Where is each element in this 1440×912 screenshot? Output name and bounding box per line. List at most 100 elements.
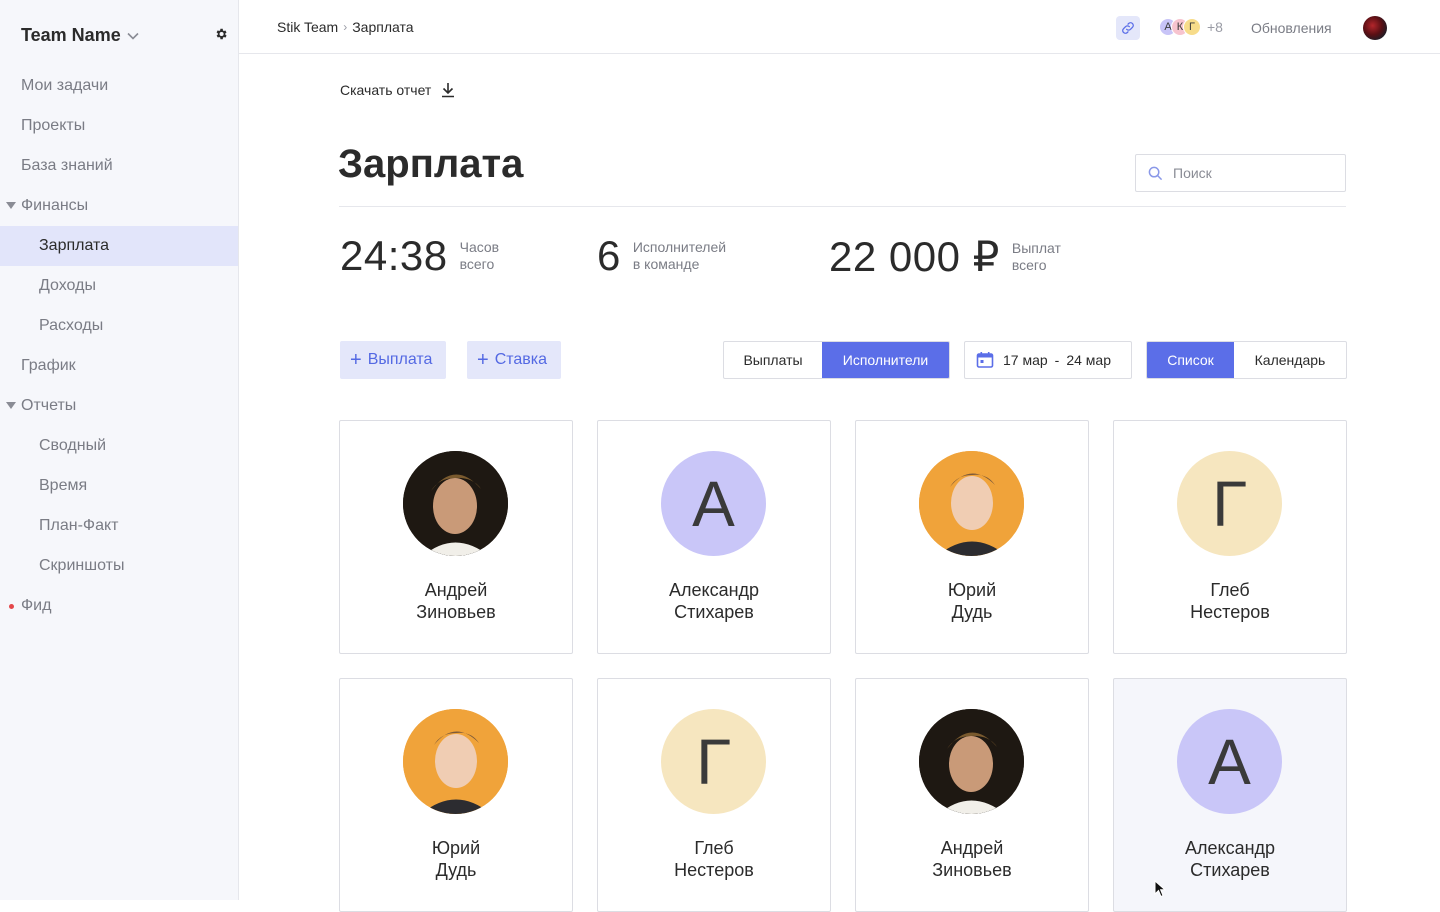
view-switcher: Выплаты Исполнители (723, 341, 950, 379)
add-payment-label: Выплата (367, 351, 433, 368)
stat-hours: 24:38 Часов всего (340, 232, 499, 280)
avatar: А (661, 451, 766, 556)
last-name: Зиновьев (416, 602, 496, 622)
sidebar-item-expenses[interactable]: Расходы (0, 306, 238, 346)
stat-label: Выплат всего (1012, 240, 1061, 274)
sidebar-item-income[interactable]: Доходы (0, 266, 238, 306)
performer-name: Александр Стихарев (1114, 837, 1346, 881)
first-name: Андрей (940, 838, 1004, 858)
user-avatar[interactable] (1363, 16, 1387, 40)
sidebar-item-time[interactable]: Время (0, 466, 238, 506)
plus-icon: + (477, 349, 489, 371)
sidebar-item-reports[interactable]: Отчеты (0, 386, 238, 426)
first-name: Юрий (947, 580, 997, 600)
sidebar-item-salary[interactable]: Зарплата (0, 226, 238, 266)
plus-icon: + (350, 349, 362, 371)
performer-card[interactable]: Юрий Дудь (855, 420, 1089, 654)
stat-payments: 22 000 ₽ Выплат всего (829, 232, 1061, 281)
search-input[interactable] (1173, 165, 1333, 181)
sidebar-item-label: Зарплата (39, 237, 110, 254)
stat-label-line: Исполнителей (632, 239, 727, 255)
first-name: Глеб (694, 838, 734, 858)
calendar-icon (976, 352, 994, 368)
add-rate-button[interactable]: + Ставка (467, 341, 562, 379)
stat-performers: 6 Исполнителей в команде (597, 232, 726, 280)
tab-performers[interactable]: Исполнители (822, 342, 949, 378)
sidebar-item-summary[interactable]: Сводный (0, 426, 238, 466)
tab-payments[interactable]: Выплаты (724, 342, 822, 378)
team-members[interactable]: А К Г +8 (1159, 18, 1223, 36)
sidebar-item-label: Сводный (39, 437, 107, 454)
last-name: Дудь (951, 602, 993, 622)
sidebar-item-label: Финансы (21, 197, 89, 214)
sidebar-item-label: Отчеты (21, 397, 77, 414)
members-more-count: +8 (1207, 19, 1223, 35)
tab-list[interactable]: Список (1147, 342, 1234, 378)
sidebar-item-label: Мои задачи (21, 77, 109, 94)
sidebar-item-label: Доходы (39, 277, 96, 294)
stat-value: 22 000 ₽ (829, 233, 1000, 280)
sidebar-item-label: Время (39, 477, 88, 494)
team-name[interactable]: Team Name (21, 25, 121, 46)
title-divider (339, 206, 1346, 207)
performer-card[interactable]: Юрий Дудь (339, 678, 573, 912)
sidebar-item-label: База знаний (21, 157, 113, 174)
sidebar-item-label: График (21, 357, 76, 374)
gear-icon[interactable] (214, 27, 228, 41)
person-photo (403, 451, 508, 556)
performer-card[interactable]: Г Глеб Нестеров (597, 678, 831, 912)
stat-label-line: в команде (632, 256, 700, 272)
updates-link[interactable]: Обновления (1251, 20, 1332, 36)
avatar: А (1177, 709, 1282, 814)
sidebar-item-feed[interactable]: Фид (0, 586, 238, 626)
person-photo (919, 709, 1024, 814)
unread-dot (9, 604, 14, 609)
breadcrumb-team[interactable]: Stik Team (277, 19, 338, 35)
performer-card[interactable]: Г Глеб Нестеров (1113, 420, 1347, 654)
sidebar-item-my-tasks[interactable]: Мои задачи (0, 66, 238, 106)
download-report-button[interactable]: Скачать отчет (340, 82, 456, 98)
top-bar: Stik Team › Зарплата А К Г +8 Обновления (239, 0, 1440, 54)
stat-label-line: всего (459, 256, 495, 272)
sidebar-item-finance[interactable]: Финансы (0, 186, 238, 226)
search-box[interactable] (1135, 154, 1346, 192)
mode-switcher: Список Календарь (1146, 341, 1347, 379)
stat-value: 6 (597, 232, 621, 279)
performer-name: Александр Стихарев (598, 579, 830, 623)
copy-link-button[interactable] (1116, 16, 1140, 40)
stat-label: Исполнителей в команде (633, 239, 726, 273)
download-report-label: Скачать отчет (340, 82, 432, 98)
performer-card[interactable]: А Александр Стихарев (1113, 678, 1347, 912)
performer-name: Глеб Нестеров (1114, 579, 1346, 623)
sidebar-nav: Мои задачи Проекты База знаний Финансы З… (0, 66, 238, 626)
team-switcher[interactable]: Team Name (21, 22, 231, 48)
performer-card[interactable]: Андрей Зиновьев (855, 678, 1089, 912)
download-icon (442, 83, 455, 98)
date-range-picker[interactable]: 17 мар - 24 мар (964, 341, 1132, 379)
sidebar: Team Name Мои задачи Проекты База знаний… (0, 0, 239, 900)
person-photo (403, 709, 508, 814)
performer-name: Юрий Дудь (856, 579, 1088, 623)
last-name: Зиновьев (932, 860, 1012, 880)
sidebar-item-plan-fact[interactable]: План-Факт (0, 506, 238, 546)
performer-name: Андрей Зиновьев (340, 579, 572, 623)
sidebar-item-projects[interactable]: Проекты (0, 106, 238, 146)
tab-calendar[interactable]: Календарь (1234, 342, 1346, 378)
performer-card[interactable]: А Александр Стихарев (597, 420, 831, 654)
sidebar-item-screenshots[interactable]: Скриншоты (0, 546, 238, 586)
performer-card[interactable]: Андрей Зиновьев (339, 420, 573, 654)
sidebar-item-schedule[interactable]: График (0, 346, 238, 386)
member-avatar: Г (1183, 18, 1201, 36)
avatar (919, 451, 1024, 556)
last-name: Нестеров (1190, 602, 1270, 622)
first-name: Глеб (1210, 580, 1250, 600)
sidebar-item-knowledge-base[interactable]: База знаний (0, 146, 238, 186)
stat-label-line: Часов (459, 239, 500, 255)
add-payment-button[interactable]: + Выплата (340, 341, 447, 379)
chevron-down-icon[interactable] (127, 32, 139, 40)
stat-value: 24:38 (340, 232, 448, 279)
performer-name: Андрей Зиновьев (856, 837, 1088, 881)
page-title: Зарплата (338, 142, 524, 186)
avatar: Г (661, 709, 766, 814)
date-to: 24 мар (1066, 352, 1112, 368)
